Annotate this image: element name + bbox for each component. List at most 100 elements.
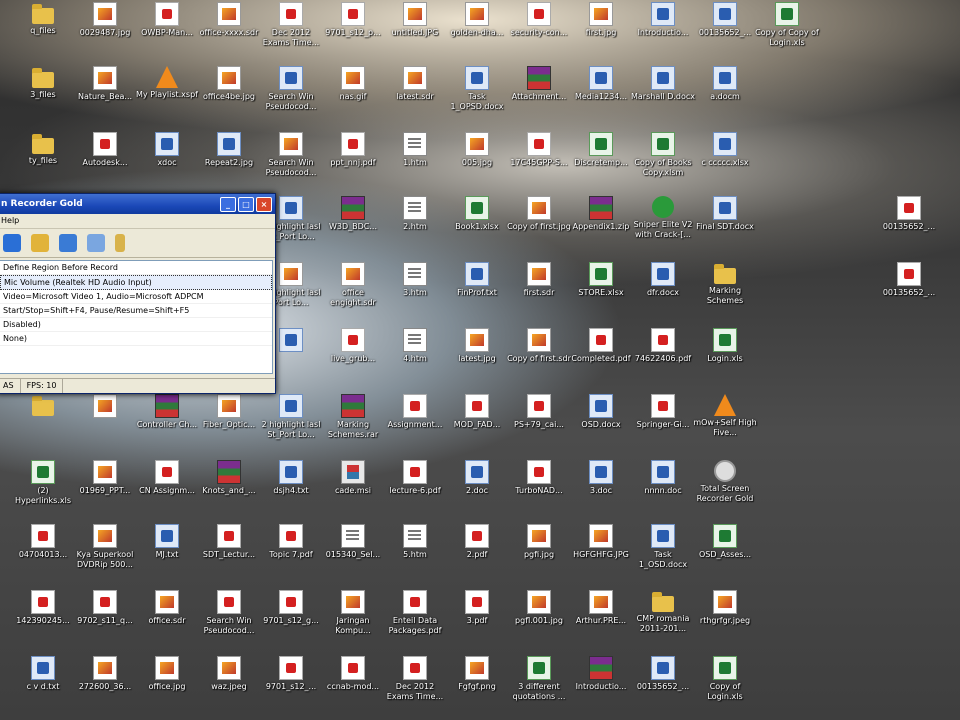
desktop-icon[interactable] [72, 394, 138, 420]
desktop-icon[interactable]: Repeat2.jpg [196, 132, 262, 168]
desktop-icon[interactable]: 04704013... [10, 524, 76, 560]
desktop-icon[interactable]: 3_files [10, 66, 76, 100]
desktop-icon[interactable]: nnnn.doc [630, 460, 696, 496]
desktop-icon[interactable]: a.docm [692, 66, 758, 102]
desktop-icon[interactable]: Task 1_OPSD.docx [444, 66, 510, 112]
desktop-icon[interactable]: HGFGHFG.JPG [568, 524, 634, 560]
desktop-icon[interactable]: Nature_Bea... [72, 66, 138, 102]
desktop-icon[interactable]: nas.gif [320, 66, 386, 102]
desktop-icon[interactable]: CMP romania 2011-201... [630, 590, 696, 634]
desktop-icon[interactable]: security-con... [506, 2, 572, 38]
key-icon[interactable] [115, 234, 125, 252]
desktop-icon[interactable]: OSD_Asses... [692, 524, 758, 560]
desktop-icon[interactable]: Media1234... [568, 66, 634, 102]
desktop-icon[interactable]: 2.htm [382, 196, 448, 232]
desktop-icon[interactable]: Final SDT.docx [692, 196, 758, 232]
desktop-icon[interactable]: (2) Hyperlinks.xls [10, 460, 76, 506]
desktop-icon[interactable]: 3.htm [382, 262, 448, 298]
recorder-window[interactable]: n Recorder Gold _ □ × Help Define Region… [0, 193, 276, 394]
desktop-icon[interactable]: Assignment... [382, 394, 448, 430]
desktop-icon[interactable]: Enteil Data Packages.pdf [382, 590, 448, 636]
desktop-icon[interactable]: Copy of first.sdr [506, 328, 572, 364]
close-button[interactable]: × [256, 197, 272, 212]
desktop-icon[interactable]: 74622406.pdf [630, 328, 696, 364]
desktop-icon[interactable]: Dec 2012 Exams Time... [382, 656, 448, 702]
desktop-icon[interactable]: latest.sdr [382, 66, 448, 102]
desktop-icon[interactable]: dfr.docx [630, 262, 696, 298]
desktop-icon[interactable]: W3D_BDC... [320, 196, 386, 232]
preview-icon[interactable] [87, 234, 105, 252]
desktop-icon[interactable]: OWBP-Man... [134, 2, 200, 38]
desktop-icon[interactable]: 3 different quotations ... [506, 656, 572, 702]
minimize-button[interactable]: _ [220, 197, 236, 212]
settings-row[interactable]: Disabled) [0, 318, 272, 332]
maximize-button[interactable]: □ [238, 197, 254, 212]
desktop-icon[interactable]: Jaringan Kompu... [320, 590, 386, 636]
desktop-icon[interactable]: Login.xls [692, 328, 758, 364]
desktop-icon[interactable]: Copy of first.jpg [506, 196, 572, 232]
desktop-icon[interactable]: Introductio... [568, 656, 634, 692]
desktop-icon[interactable]: 4.htm [382, 328, 448, 364]
desktop-icon[interactable]: Marking Schemes.rar [320, 394, 386, 440]
desktop-icon[interactable]: Total Screen Recorder Gold [692, 460, 758, 504]
desktop-icon[interactable]: office engight.sdr [320, 262, 386, 308]
desktop-icon[interactable]: 2.pdf [444, 524, 510, 560]
desktop-icon[interactable]: Sniper Elite V2 with Crack-[... [630, 196, 696, 240]
desktop-icon[interactable]: Fgfgf.png [444, 656, 510, 692]
desktop-icon[interactable]: Autodesk... [72, 132, 138, 168]
desktop-icon[interactable]: c v d.txt [10, 656, 76, 692]
desktop-icon[interactable] [10, 394, 76, 418]
desktop-icon[interactable]: 17C45GPP-S... [506, 132, 572, 168]
desktop-icon[interactable]: 005.jpg [444, 132, 510, 168]
desktop-icon[interactable]: ccnab-mod... [320, 656, 386, 692]
desktop-icon[interactable]: Dec 2012 Exams Time... [258, 2, 324, 48]
desktop-icon[interactable]: golden-dha... [444, 2, 510, 38]
desktop-icon[interactable]: 0029487.jpg [72, 2, 138, 38]
desktop-icon[interactable]: 5.htm [382, 524, 448, 560]
settings-icon[interactable] [59, 234, 77, 252]
desktop-icon[interactable]: 00135652_... [692, 2, 758, 38]
desktop-icon[interactable]: 2 highlight lasl St_Port Lo... [258, 394, 324, 440]
desktop-icon[interactable]: office.sdr [134, 590, 200, 626]
desktop-icon[interactable]: Marshall D.docx [630, 66, 696, 102]
desktop-icon[interactable]: Introductio... [630, 2, 696, 38]
desktop-icon[interactable]: office.jpg [134, 656, 200, 692]
desktop-icon[interactable]: 9701_s12_... [258, 656, 324, 692]
desktop-icon[interactable]: Search Win Pseudocod... [258, 132, 324, 178]
desktop-icon[interactable]: Copy of Books Copy.xlsm [630, 132, 696, 178]
desktop-icon[interactable]: untitled.JPG [382, 2, 448, 38]
desktop-icon[interactable]: Discretemp... [568, 132, 634, 168]
desktop-icon[interactable]: Knots_and_... [196, 460, 262, 496]
record-icon[interactable] [3, 234, 21, 252]
desktop-icon[interactable]: 1.htm [382, 132, 448, 168]
desktop-icon[interactable]: Springer-Gi... [630, 394, 696, 430]
desktop-icon[interactable]: Copy of Copy of Login.xls [754, 2, 820, 48]
desktop-icon[interactable]: 9701_s12_p... [320, 2, 386, 38]
desktop-icon[interactable]: first.sdr [506, 262, 572, 298]
desktop-icon[interactable]: first.jpg [568, 2, 634, 38]
desktop-icon[interactable]: 00135652_... [630, 656, 696, 692]
desktop-icon[interactable]: Arthur.PRE... [568, 590, 634, 626]
desktop-icon[interactable]: Fiber_Optic... [196, 394, 262, 430]
desktop-icon[interactable]: OSD.docx [568, 394, 634, 430]
desktop-icon[interactable]: cade.msi [320, 460, 386, 496]
settings-row[interactable]: None) [0, 332, 272, 346]
desktop-icon[interactable]: 142390245... [10, 590, 76, 626]
desktop-icon[interactable]: 9702_s11_q... [72, 590, 138, 626]
desktop-icon[interactable]: FinProf.txt [444, 262, 510, 298]
desktop-icon[interactable]: SDT_Lectur... [196, 524, 262, 560]
desktop-icon[interactable]: Topic 7.pdf [258, 524, 324, 560]
desktop-icon[interactable]: office-xxxx.sdr [196, 2, 262, 38]
desktop-icon[interactable]: Task 1_OSD.docx [630, 524, 696, 570]
desktop-icon[interactable]: pgfl.001.jpg [506, 590, 572, 626]
desktop-icon[interactable]: PS+79_cai... [506, 394, 572, 430]
settings-row[interactable]: Mic Volume (Realtek HD Audio Input) [0, 275, 272, 290]
desktop-icon[interactable]: My Playlist.xspf [134, 66, 200, 100]
desktop-icon[interactable]: c ccccc.xlsx [692, 132, 758, 168]
desktop-icon[interactable]: CN Assignm... [134, 460, 200, 496]
desktop-icon[interactable]: 015340_Sel... [320, 524, 386, 560]
desktop-icon[interactable]: waz.jpeg [196, 656, 262, 692]
desktop-icon[interactable]: STORE.xlsx [568, 262, 634, 298]
desktop-icon[interactable]: rthgrfgr.jpeg [692, 590, 758, 626]
desktop-icon[interactable]: MOD_FAD... [444, 394, 510, 430]
